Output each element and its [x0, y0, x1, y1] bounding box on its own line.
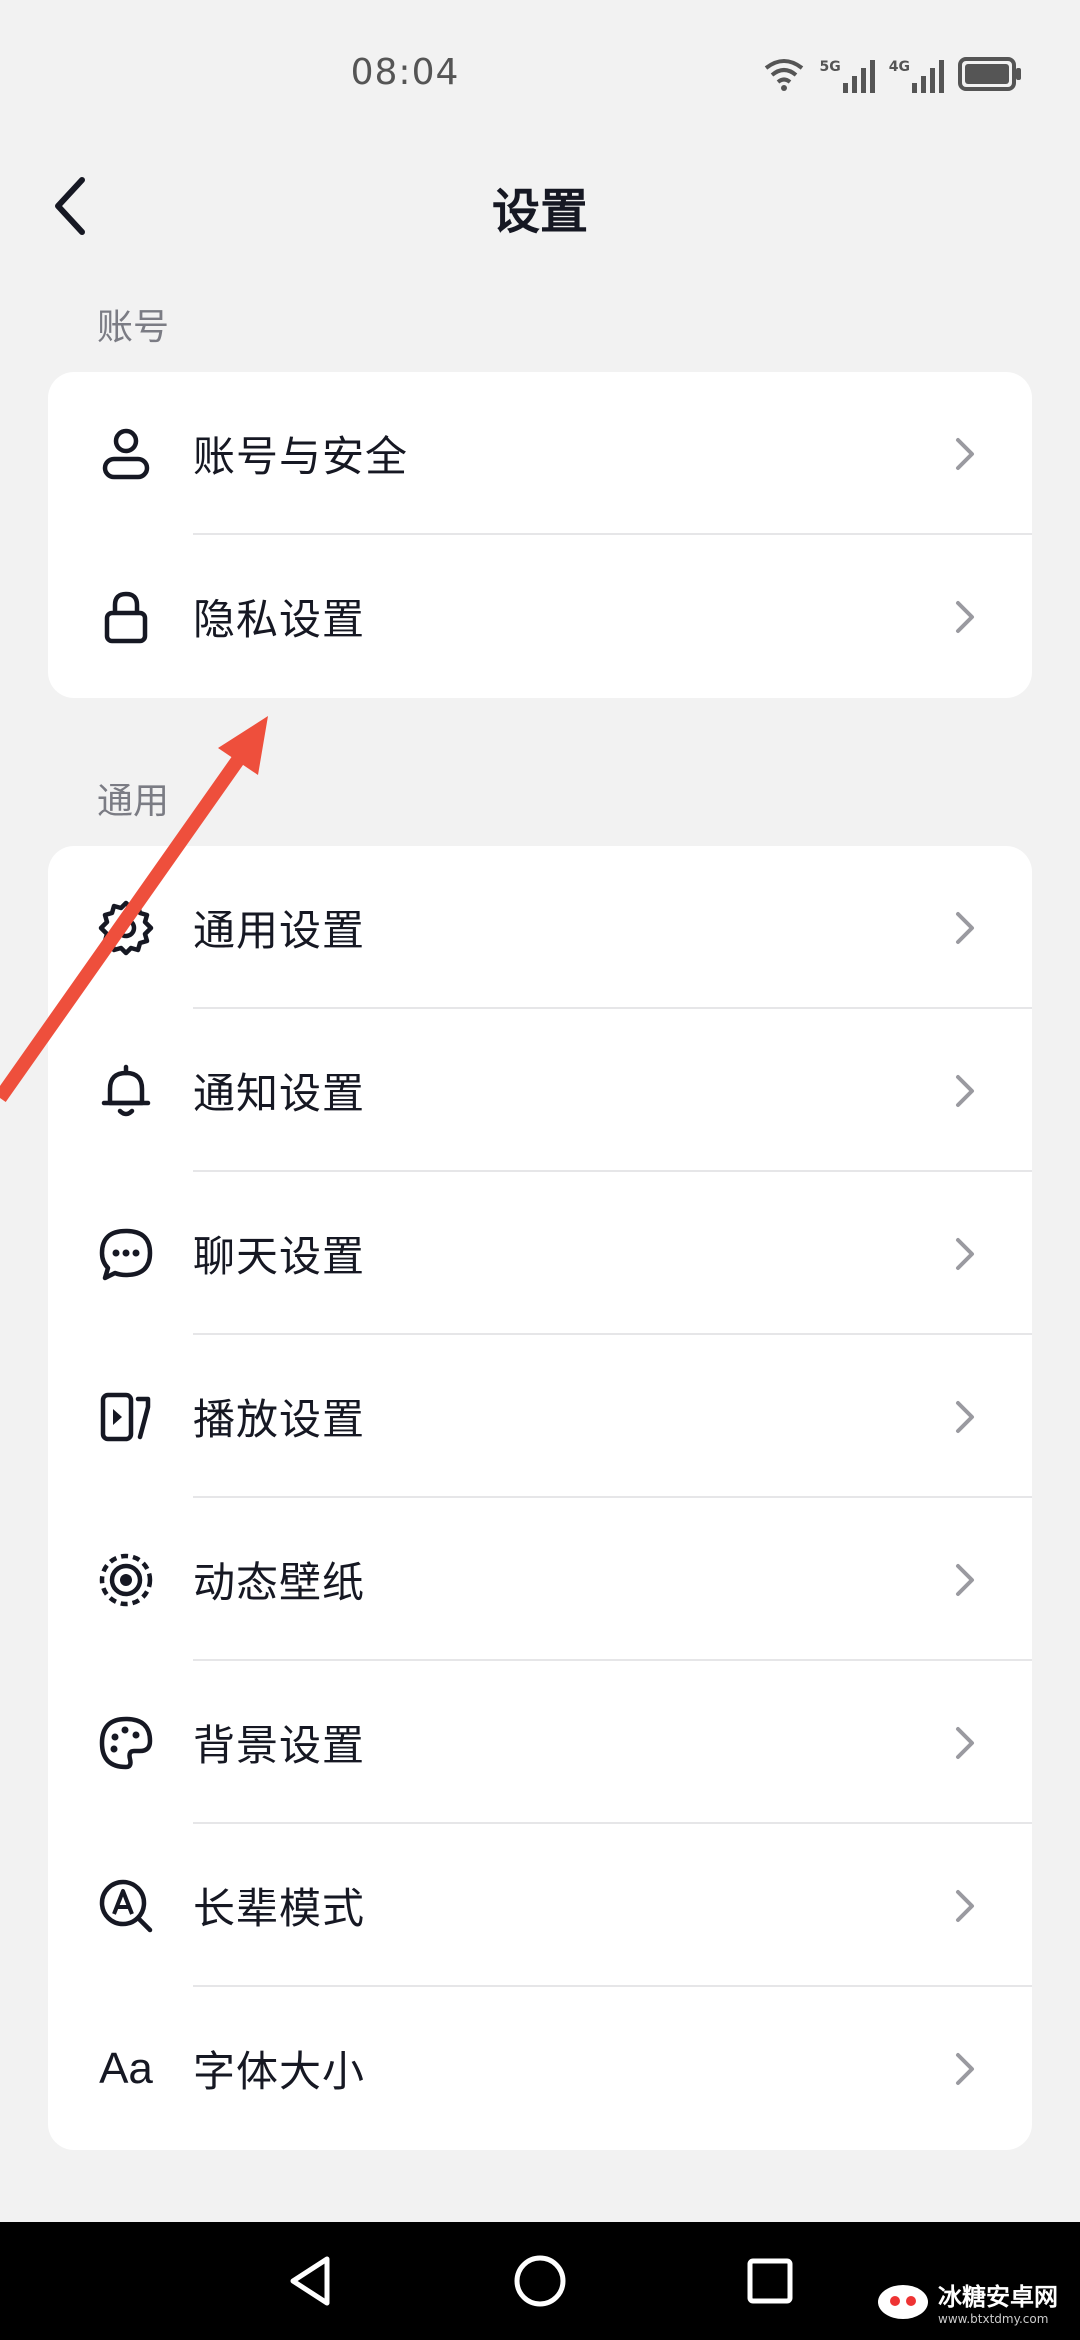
system-back-button[interactable] — [255, 2222, 365, 2340]
network-4g-label: 4G — [888, 59, 910, 75]
settings-item-label: 背景设置 — [193, 1721, 366, 1770]
page-title: 设置 — [491, 184, 588, 240]
chevron-right-icon — [950, 908, 980, 948]
user-icon — [96, 424, 156, 484]
settings-item-label: 字体大小 — [193, 2047, 366, 2096]
chevron-right-icon — [950, 597, 980, 637]
account-card: 账号与安全 隐私设置 — [48, 372, 1032, 698]
chat-bubble-icon — [96, 1224, 156, 1284]
header: 设置 — [0, 150, 1080, 260]
settings-item-chat[interactable]: 聊天设置 — [48, 1172, 1032, 1335]
settings-item-dynamic-wallpaper[interactable]: 动态壁纸 — [48, 1498, 1032, 1661]
watermark-text: 冰糖安卓网 — [938, 2283, 1058, 2311]
settings-item-account-security[interactable]: 账号与安全 — [48, 372, 1032, 535]
play-icon — [96, 1387, 156, 1447]
chevron-right-icon — [950, 1560, 980, 1600]
settings-item-elder-mode[interactable]: 长辈模式 — [48, 1824, 1032, 1987]
system-home-button[interactable] — [485, 2222, 595, 2340]
signal-4g-icon: 4G — [889, 59, 944, 93]
back-triangle-icon — [290, 2256, 330, 2306]
status-time: 08:04 — [350, 52, 460, 93]
battery-icon — [958, 57, 1022, 95]
watermark-logo-icon — [878, 2284, 928, 2319]
settings-item-label: 播放设置 — [193, 1395, 366, 1444]
chevron-right-icon — [950, 1723, 980, 1763]
lock-icon — [96, 587, 156, 647]
status-bar: 08:04 5G 4G — [0, 0, 1080, 150]
status-icons: 5G 4G — [762, 56, 1022, 96]
network-5g-label: 5G — [819, 59, 841, 75]
font-size-icon: Aa — [96, 2039, 156, 2099]
settings-item-privacy[interactable]: 隐私设置 — [48, 535, 1032, 698]
section-label-account: 账号 — [97, 307, 170, 348]
settings-item-label: 长辈模式 — [193, 1884, 366, 1933]
watermark-subtext: www.btxtdmy.com — [938, 2312, 1049, 2326]
system-recents-button[interactable] — [715, 2222, 825, 2340]
general-card: 通用设置 通知设置 聊天设置 播放设置 动态壁纸 背景设置 长辈模式 Aa 字体… — [48, 846, 1032, 2150]
settings-item-label: 通用设置 — [193, 906, 366, 955]
chevron-right-icon — [950, 1397, 980, 1437]
settings-item-label: 通知设置 — [193, 1069, 366, 1118]
gear-icon — [96, 898, 156, 958]
section-label-general: 通用 — [97, 781, 170, 822]
settings-item-background[interactable]: 背景设置 — [48, 1661, 1032, 1824]
bell-icon — [96, 1061, 156, 1121]
palette-icon — [96, 1713, 156, 1773]
dynamic-wallpaper-icon — [96, 1550, 156, 1610]
recents-square-icon — [747, 2258, 793, 2304]
chevron-right-icon — [950, 2049, 980, 2089]
system-navigation-bar: 冰糖安卓网 www.btxtdmy.com — [0, 2222, 1080, 2340]
settings-item-label: 账号与安全 — [193, 432, 409, 481]
settings-item-notifications[interactable]: 通知设置 — [48, 1009, 1032, 1172]
settings-item-font-size[interactable]: Aa 字体大小 — [48, 1987, 1032, 2150]
chevron-right-icon — [950, 434, 980, 474]
settings-item-playback[interactable]: 播放设置 — [48, 1335, 1032, 1498]
chevron-right-icon — [950, 1071, 980, 1111]
settings-item-label: 聊天设置 — [193, 1232, 366, 1281]
elder-mode-icon — [96, 1876, 156, 1936]
settings-item-general[interactable]: 通用设置 — [48, 846, 1032, 1009]
chevron-right-icon — [950, 1234, 980, 1274]
home-circle-icon — [514, 2255, 566, 2307]
settings-item-label: 动态壁纸 — [193, 1558, 366, 1607]
watermark: 冰糖安卓网 www.btxtdmy.com — [876, 2277, 1058, 2326]
signal-5g-icon: 5G — [820, 59, 875, 93]
font-size-icon-text: Aa — [99, 2043, 153, 2093]
settings-item-label: 隐私设置 — [193, 595, 366, 644]
chevron-right-icon — [950, 1886, 980, 1926]
wifi-icon — [762, 56, 806, 96]
